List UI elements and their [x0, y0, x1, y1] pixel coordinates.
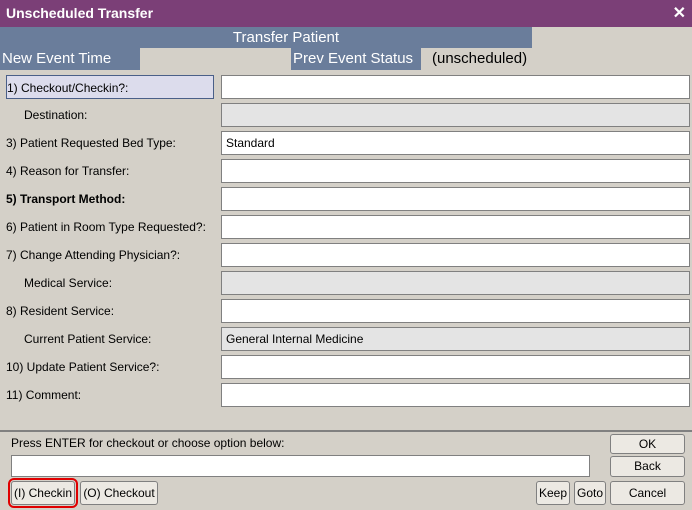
keep-button[interactable]: Keep	[536, 481, 570, 505]
goto-button[interactable]: Goto	[574, 481, 606, 505]
form-row-transport: 5) Transport Method:	[0, 187, 692, 211]
form-row-update-service: 10) Update Patient Service?:	[0, 355, 692, 379]
comment-field[interactable]	[221, 383, 690, 407]
title-bar: Unscheduled Transfer ✕	[0, 0, 692, 27]
cancel-button[interactable]: Cancel	[610, 481, 685, 505]
form-row-current-service: Current Patient Service: General Interna…	[0, 327, 692, 351]
form-row-attending: 7) Change Attending Physician?:	[0, 243, 692, 267]
form-row-checkout-checkin: 1) Checkout/Checkin?:	[0, 75, 692, 99]
section-banner: Transfer Patient	[0, 27, 532, 48]
update-service-label: 10) Update Patient Service?:	[6, 360, 160, 374]
checkout-button[interactable]: (O) Checkout	[80, 481, 158, 505]
resident-service-field[interactable]	[221, 299, 690, 323]
destination-field	[221, 103, 690, 127]
form-row-resident-service: 8) Resident Service:	[0, 299, 692, 323]
form-row-room-type: 6) Patient in Room Type Requested?:	[0, 215, 692, 239]
transport-method-field[interactable]	[221, 187, 690, 211]
window-title: Unscheduled Transfer	[6, 5, 154, 21]
prev-event-status-label: Prev Event Status	[291, 48, 421, 70]
prev-event-status-value: (unscheduled)	[432, 50, 528, 67]
form-row-medical-service: Medical Service:	[0, 271, 692, 295]
current-service-label: Current Patient Service:	[24, 332, 152, 346]
checkin-button[interactable]: (I) Checkin	[8, 478, 78, 508]
form-row-reason: 4) Reason for Transfer:	[0, 159, 692, 183]
attending-field[interactable]	[221, 243, 690, 267]
reason-field[interactable]	[221, 159, 690, 183]
attending-label: 7) Change Attending Physician?:	[6, 248, 181, 262]
checkout-checkin-field[interactable]	[221, 75, 690, 99]
bed-type-field[interactable]: Standard	[221, 131, 690, 155]
form-row-comment: 11) Comment:	[0, 383, 692, 407]
room-type-label: 6) Patient in Room Type Requested?:	[6, 220, 206, 234]
current-service-field: General Internal Medicine	[221, 327, 690, 351]
new-event-time-value	[140, 48, 291, 70]
ok-button[interactable]: OK	[610, 434, 685, 454]
form-row-bed-type: 3) Patient Requested Bed Type: Standard	[0, 131, 692, 155]
close-icon[interactable]: ✕	[673, 3, 686, 23]
reason-label: 4) Reason for Transfer:	[6, 164, 130, 178]
medical-service-label: Medical Service:	[24, 276, 113, 290]
comment-label: 11) Comment:	[6, 388, 82, 402]
medical-service-field	[221, 271, 690, 295]
command-input[interactable]	[11, 455, 590, 477]
command-footer: Press ENTER for checkout or choose optio…	[0, 430, 692, 510]
room-type-field[interactable]	[221, 215, 690, 239]
resident-service-label: 8) Resident Service:	[6, 304, 115, 318]
update-service-field[interactable]	[221, 355, 690, 379]
new-event-time-label: New Event Time	[0, 48, 140, 70]
back-button[interactable]: Back	[610, 456, 685, 477]
command-prompt: Press ENTER for checkout or choose optio…	[11, 436, 285, 450]
bed-type-label: 3) Patient Requested Bed Type:	[6, 136, 176, 150]
destination-label: Destination:	[24, 108, 88, 122]
transport-method-label: 5) Transport Method:	[6, 192, 126, 206]
form-row-destination: Destination:	[0, 103, 692, 127]
transfer-form: 1) Checkout/Checkin?: Destination: 3) Pa…	[0, 70, 692, 430]
checkout-checkin-label: 1) Checkout/Checkin?:	[6, 75, 214, 99]
